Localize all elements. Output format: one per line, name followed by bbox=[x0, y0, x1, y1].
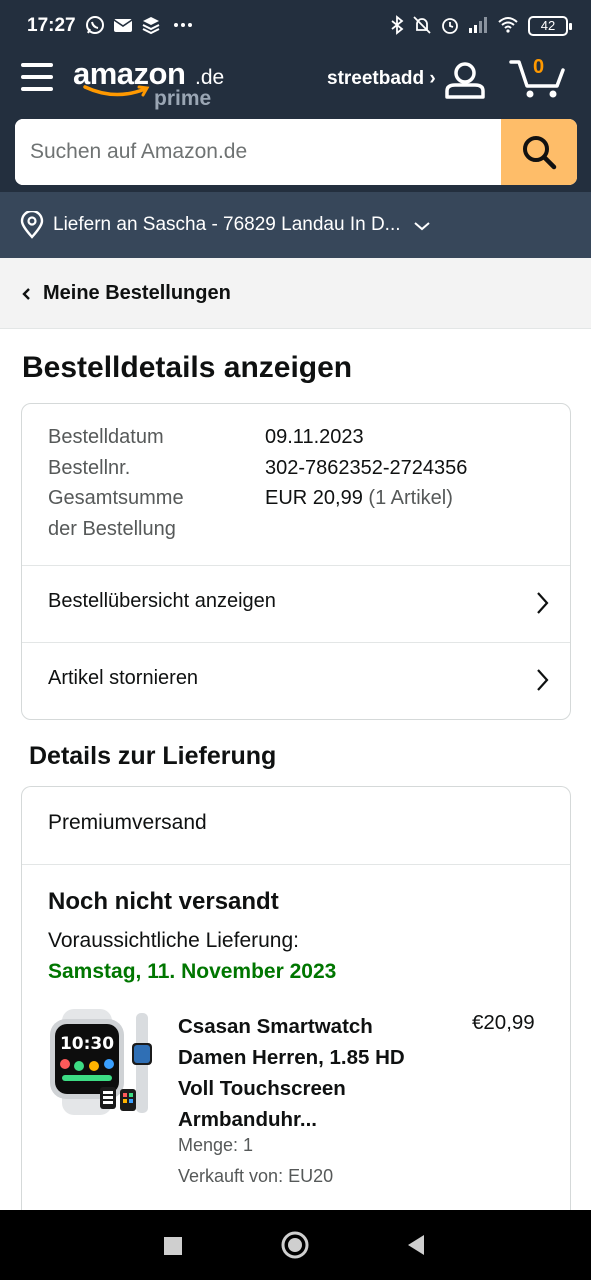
order-total-amount: EUR 20,99 bbox=[265, 487, 363, 509]
whatsapp-icon bbox=[86, 16, 104, 34]
chevron-right-icon bbox=[537, 592, 549, 614]
product-price: €20,99 bbox=[472, 1011, 535, 1034]
delivery-section-title: Details zur Lieferung bbox=[29, 742, 277, 770]
logo-prime: prime bbox=[154, 87, 212, 110]
estimated-delivery-label: Voraussichtliche Lieferung: bbox=[48, 929, 299, 952]
shipping-method: Premiumversand bbox=[48, 811, 207, 834]
menu-button[interactable] bbox=[21, 63, 53, 95]
divider bbox=[22, 864, 570, 865]
order-total-label: Gesamtsumme bbox=[48, 487, 184, 509]
delivery-location-bar[interactable]: Liefern an Sascha - 76829 Landau In D... bbox=[0, 192, 591, 258]
bell-muted-icon bbox=[413, 16, 431, 34]
order-date-label: Bestelldatum bbox=[48, 426, 164, 448]
page-title: Bestelldetails anzeigen bbox=[22, 351, 353, 384]
search-button[interactable] bbox=[501, 119, 577, 185]
more-dots-icon bbox=[174, 23, 192, 27]
order-date-value: 09.11.2023 bbox=[265, 426, 364, 448]
order-total-label-2: der Bestellung bbox=[48, 518, 176, 540]
delivery-location-text: Liefern an Sascha - 76829 Landau In D... bbox=[53, 214, 401, 235]
search-icon bbox=[523, 136, 557, 170]
back-icon[interactable] bbox=[404, 1229, 428, 1261]
order-number-value: 302-7862352-2724356 bbox=[265, 457, 468, 479]
product-title-link[interactable]: Csasan Smartwatch Damen Herren, 1.85 HD … bbox=[178, 1011, 423, 1135]
chevron-right-icon bbox=[537, 669, 549, 691]
cancel-items-link[interactable]: Artikel stornieren bbox=[22, 643, 570, 719]
shipment-status: Noch nicht versandt bbox=[48, 888, 279, 915]
estimated-delivery-date: Samstag, 11. November 2023 bbox=[48, 960, 337, 983]
order-total-value: EUR 20,99 (1 Artikel) bbox=[265, 487, 453, 510]
location-pin-icon bbox=[20, 211, 44, 239]
chevron-down-icon bbox=[414, 222, 430, 231]
amazon-prime-logo[interactable]: amazon .de prime bbox=[73, 56, 233, 112]
status-time: 17:27 bbox=[27, 15, 76, 36]
search-bar bbox=[15, 119, 577, 185]
status-bar: 17:27 42 bbox=[0, 0, 591, 52]
app-header: 17:27 42 amazon .de prime streetbadd › 0… bbox=[0, 0, 591, 258]
search-input[interactable] bbox=[15, 119, 501, 185]
watch-screen-time: 10:30 bbox=[60, 1034, 114, 1054]
breadcrumb-label: Meine Bestellungen bbox=[43, 282, 231, 304]
wifi-icon bbox=[498, 17, 518, 33]
cart-button[interactable]: 0 bbox=[509, 54, 565, 100]
cart-count-badge: 0 bbox=[533, 56, 545, 78]
product-seller: Verkauft von: EU20 bbox=[178, 1166, 334, 1186]
mail-icon bbox=[113, 19, 133, 32]
account-link[interactable]: streetbadd › bbox=[327, 68, 436, 90]
order-item-count: (1 Artikel) bbox=[368, 487, 453, 509]
battery-indicator: 42 bbox=[528, 16, 572, 36]
cancel-items-label: Artikel stornieren bbox=[48, 667, 199, 689]
recent-apps-icon[interactable] bbox=[162, 1229, 184, 1261]
product-image[interactable]: 10:30 bbox=[48, 1009, 158, 1117]
order-summary-card: Bestelldatum 09.11.2023 Bestellnr. 302-7… bbox=[21, 403, 571, 720]
order-number-label: Bestellnr. bbox=[48, 457, 131, 479]
android-nav-bar bbox=[0, 1210, 591, 1280]
bluetooth-icon bbox=[391, 15, 404, 35]
signal-icon bbox=[469, 17, 487, 33]
order-overview-link[interactable]: Bestellübersicht anzeigen bbox=[22, 566, 570, 642]
delivery-card: Premiumversand Noch nicht versandt Vorau… bbox=[21, 786, 571, 1226]
layers-icon bbox=[142, 17, 160, 35]
alarm-icon bbox=[442, 18, 458, 34]
chevron-left-icon bbox=[22, 288, 30, 300]
account-user-icon[interactable] bbox=[444, 60, 486, 100]
smile-arrow-icon bbox=[83, 85, 150, 97]
breadcrumb[interactable]: Meine Bestellungen bbox=[0, 258, 591, 329]
product-quantity: Menge: 1 bbox=[178, 1135, 254, 1155]
order-overview-label: Bestellübersicht anzeigen bbox=[48, 590, 276, 612]
home-icon[interactable] bbox=[280, 1229, 310, 1261]
